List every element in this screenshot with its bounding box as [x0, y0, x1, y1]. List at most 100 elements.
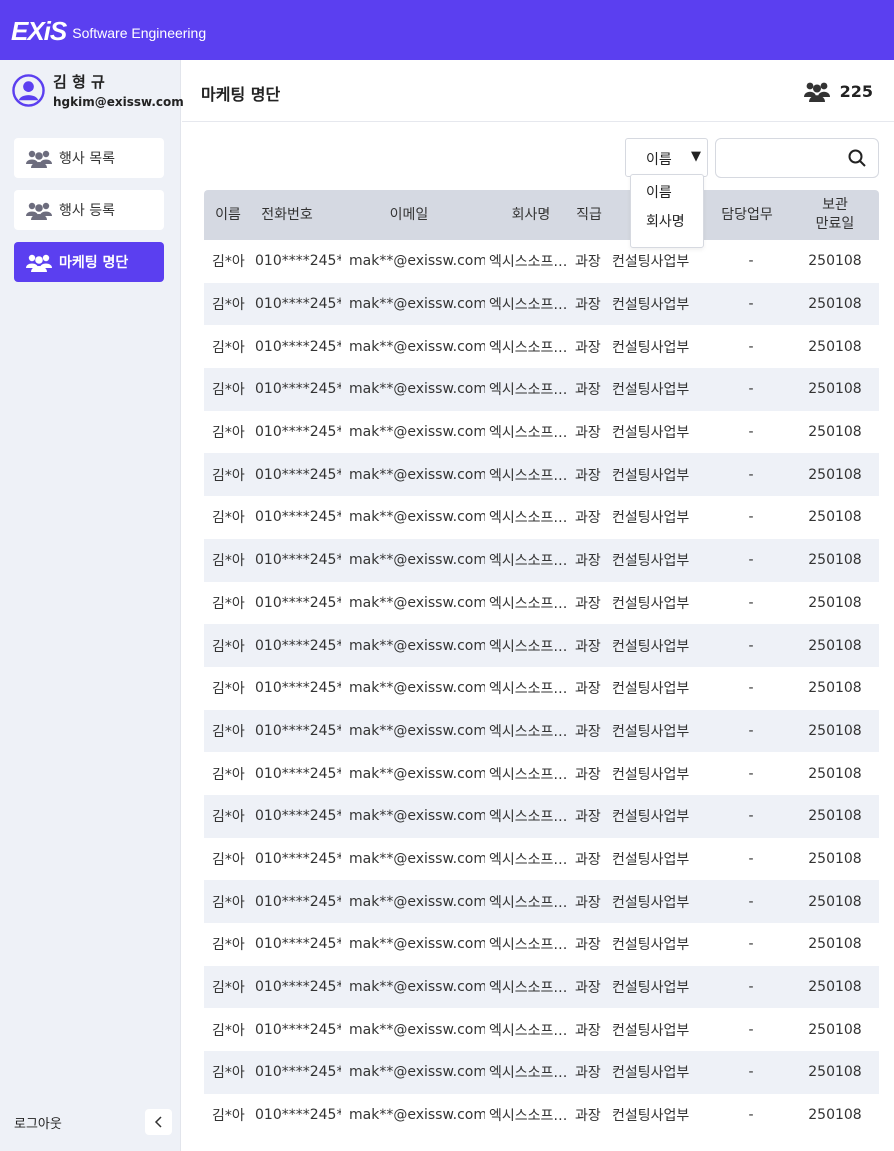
cell-dept-text: 컨설팅사업부 [612, 980, 690, 997]
cell-phone-text: 010****245* [255, 509, 341, 526]
cell-task: - [709, 539, 793, 582]
cell-rank-text: 과장 [575, 553, 601, 570]
cell-company: 엑시스소프트웨어 [489, 539, 569, 582]
search-input[interactable] [716, 139, 836, 177]
cell-company-text: 엑시스소프트웨어 [489, 425, 569, 442]
table-row[interactable]: 김*아 010****245* mak**@exissw.com엑시스소프트웨어 과장… [204, 709, 879, 753]
cell-phone-text: 010****245* [255, 850, 341, 867]
cell-name: 김*아 [212, 496, 248, 539]
cell-dept-text: 컨설팅사업부 [612, 382, 690, 399]
table-row[interactable]: 김*아 010****245* mak**@exissw.com엑시스소프트웨어 과장… [204, 496, 879, 539]
user-circle-icon [12, 74, 45, 107]
cell-phone-text: 010****245* [255, 466, 341, 483]
cell-phone-text: 010****245* [255, 1021, 341, 1038]
cell-email-text: mak**@exissw.com [349, 936, 485, 953]
sidebar-collapse-button[interactable] [145, 1109, 172, 1135]
cell-task: - [709, 411, 793, 454]
table-row[interactable]: 김*아 010****245* mak**@exissw.com엑시스소프트웨어 과장… [204, 880, 879, 923]
table-row[interactable]: 김*아 010****245* mak**@exissw.com엑시스소프트웨어 과장… [204, 368, 879, 411]
cell-name-text: 김*아 [212, 297, 245, 314]
cell-email: mak**@exissw.com [349, 283, 485, 326]
table-row[interactable]: 김*아 010****245* mak**@exissw.com엑시스소프트웨어 과장… [204, 752, 879, 795]
cell-expire-text: 250108 [808, 594, 862, 611]
table-row[interactable]: 김*아 010****245* mak**@exissw.com엑시스소프트웨어 과장… [204, 838, 879, 881]
table-row[interactable]: 김*아 010****245* mak**@exissw.com엑시스소프트웨어 과장… [204, 1094, 879, 1137]
cell-task-text: - [748, 509, 754, 526]
cell-phone: 010****245* [255, 582, 341, 625]
search-field-select[interactable]: 이름 ▼ [625, 138, 708, 177]
cell-email-text: mak**@exissw.com [349, 979, 485, 996]
table-row[interactable]: 김*아 010****245* mak**@exissw.com엑시스소프트웨어 과장… [204, 794, 879, 838]
cell-task: - [709, 453, 793, 496]
cell-rank-text: 과장 [575, 809, 601, 826]
cell-email: mak**@exissw.com [349, 923, 485, 966]
search-icon[interactable] [848, 149, 866, 167]
column-header-email: 이메일 [389, 206, 429, 223]
cell-rank-text: 과장 [575, 339, 601, 356]
sidebar-item-marketing-list[interactable]: 마케팅 명단 [14, 242, 164, 282]
logo-mark: EXiS [11, 16, 67, 46]
cell-name-text: 김*아 [212, 638, 245, 655]
table-row[interactable]: 김*아 010****245* mak**@exissw.com엑시스소프트웨어 과장… [204, 240, 879, 283]
cell-name: 김*아 [212, 923, 248, 966]
cell-expire-text: 250108 [808, 1064, 862, 1081]
cell-company: 엑시스소프트웨어 [489, 240, 569, 283]
sidebar-item-event-register[interactable]: 행사 등록 [14, 190, 164, 230]
cell-expire: 250108 [794, 368, 876, 411]
cell-task: - [709, 880, 793, 923]
table-row[interactable]: 김*아 010****245* mak**@exissw.com엑시스소프트웨어 과장… [204, 965, 879, 1009]
table-row[interactable]: 김*아 010****245* mak**@exissw.com엑시스소프트웨어 과장… [204, 667, 879, 710]
count-value: 225 [839, 81, 873, 101]
logout-link[interactable]: 로그아웃 [14, 1113, 62, 1132]
logo-text: Software Engineering [72, 25, 207, 41]
users-icon [26, 202, 52, 220]
table-row[interactable]: 김*아 010****245* mak**@exissw.com엑시스소프트웨어 과장… [204, 582, 879, 625]
table-row[interactable]: 김*아 010****245* mak**@exissw.com엑시스소프트웨어 과장… [204, 411, 879, 454]
cell-name-text: 김*아 [212, 766, 245, 783]
cell-company: 엑시스소프트웨어 [489, 838, 569, 881]
cell-company-text: 엑시스소프트웨어 [489, 980, 569, 997]
cell-dept-text: 컨설팅사업부 [612, 681, 690, 698]
cell-phone: 010****245* [255, 496, 341, 539]
cell-company: 엑시스소프트웨어 [489, 710, 569, 753]
cell-rank: 과장 [575, 283, 607, 326]
cell-expire: 250108 [794, 795, 876, 838]
brand-logo[interactable]: EXiS Software Engineering [11, 16, 206, 46]
cell-email-text: mak**@exissw.com [349, 594, 485, 611]
cell-rank: 과장 [575, 880, 607, 923]
cell-email-text: mak**@exissw.com [349, 637, 485, 654]
cell-email-text: mak**@exissw.com [349, 1107, 485, 1124]
cell-email: mak**@exissw.com [349, 325, 485, 368]
cell-name-text: 김*아 [212, 595, 245, 612]
user-profile: 김 형 규 hgkim@exissw.com [12, 72, 184, 111]
cell-expire: 250108 [794, 710, 876, 753]
cell-name: 김*아 [212, 624, 248, 667]
cell-task-text: - [748, 296, 754, 313]
dropdown-option-name[interactable]: 이름 [631, 179, 703, 208]
cell-company-text: 엑시스소프트웨어 [489, 297, 569, 314]
cell-email: mak**@exissw.com [349, 582, 485, 625]
cell-phone-text: 010****245* [255, 253, 341, 270]
table-row[interactable]: 김*아 010****245* mak**@exissw.com엑시스소프트웨어 과장… [204, 282, 879, 326]
page-header: 마케팅 명단 225 [182, 60, 894, 122]
cell-expire: 250108 [794, 325, 876, 368]
cell-phone: 010****245* [255, 453, 341, 496]
cell-company-text: 엑시스소프트웨어 [489, 595, 569, 612]
cell-company-text: 엑시스소프트웨어 [489, 1065, 569, 1082]
table-row[interactable]: 김*아 010****245* mak**@exissw.com엑시스소프트웨어 과장… [204, 325, 879, 368]
cell-expire: 250108 [794, 582, 876, 625]
sidebar-item-event-list[interactable]: 행사 목록 [14, 138, 164, 178]
cell-task: - [709, 710, 793, 753]
cell-rank-text: 과장 [575, 1022, 601, 1039]
cell-name-text: 김*아 [212, 723, 245, 740]
table-row[interactable]: 김*아 010****245* mak**@exissw.com엑시스소프트웨어 과장… [204, 453, 879, 497]
table-row[interactable]: 김*아 010****245* mak**@exissw.com엑시스소프트웨어 과장… [204, 538, 879, 582]
table-row[interactable]: 김*아 010****245* mak**@exissw.com엑시스소프트웨어 과장… [204, 1008, 879, 1051]
table-row[interactable]: 김*아 010****245* mak**@exissw.com엑시스소프트웨어 과장… [204, 624, 879, 667]
cell-name: 김*아 [212, 1008, 248, 1051]
table-row[interactable]: 김*아 010****245* mak**@exissw.com엑시스소프트웨어 과장… [204, 1051, 879, 1094]
cell-name: 김*아 [212, 240, 248, 283]
cell-company: 엑시스소프트웨어 [489, 923, 569, 966]
table-row[interactable]: 김*아 010****245* mak**@exissw.com엑시스소프트웨어 과장… [204, 923, 879, 966]
dropdown-option-company[interactable]: 회사명 [631, 208, 703, 237]
